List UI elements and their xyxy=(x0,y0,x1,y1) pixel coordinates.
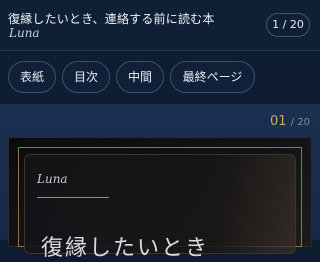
cover-rule xyxy=(37,197,109,198)
cover-card[interactable]: Luna 復縁したいとき xyxy=(8,137,312,261)
page-number: 01 / 20 xyxy=(270,114,310,129)
nav-middle-button[interactable]: 中間 xyxy=(116,61,164,93)
current-page-number: 01 xyxy=(270,114,287,129)
book-title: 復縁したいとき、連絡する前に読む本 xyxy=(8,12,215,26)
header-bar: 復縁したいとき、連絡する前に読む本 Luna 1 / 20 xyxy=(0,0,320,50)
nav-last-page-button[interactable]: 最終ページ xyxy=(170,61,255,93)
total-pages: / 20 xyxy=(290,117,310,128)
cover-title: 復縁したいとき xyxy=(41,236,210,261)
cover-author: Luna xyxy=(37,172,68,186)
nav-cover-button[interactable]: 表紙 xyxy=(8,61,56,93)
page-counter-badge[interactable]: 1 / 20 xyxy=(266,13,310,37)
book-author: Luna xyxy=(9,26,40,40)
page-viewer: 01 / 20 Luna 復縁したいとき xyxy=(0,105,320,261)
nav-toc-button[interactable]: 目次 xyxy=(62,61,110,93)
page-nav: 表紙 目次 中間 最終ページ xyxy=(0,51,320,104)
